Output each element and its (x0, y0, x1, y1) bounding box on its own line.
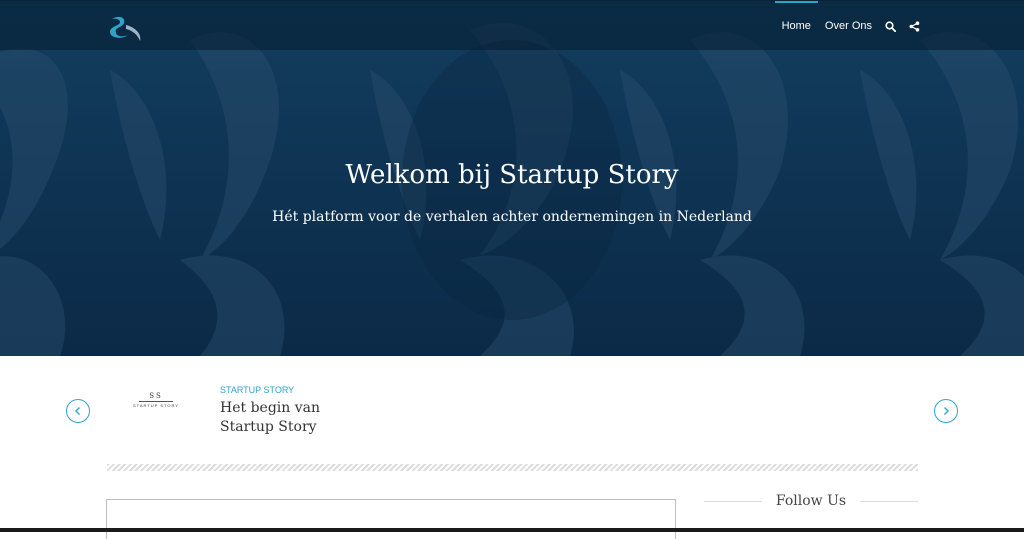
post-category[interactable]: STARTUP STORY (220, 385, 294, 395)
thumbnail-caption: STARTUP STORY (133, 403, 179, 408)
hero-title: Welkom bij Startup Story (345, 160, 679, 190)
chevron-left-icon (75, 407, 80, 415)
thumbnail-monogram: SS (149, 392, 163, 400)
follow-us-title: Follow Us (775, 493, 847, 509)
chevron-right-icon (944, 407, 949, 415)
carousel-prev-button[interactable] (66, 399, 90, 423)
nav-item-over-ons-label: Over Ons (824, 20, 872, 32)
section-divider (107, 464, 918, 471)
featured-posts-carousel: SS STARTUP STORY STARTUP STORY Het begin… (0, 356, 1024, 466)
main-content-box (106, 499, 676, 539)
nav-item-over-ons[interactable]: Over Ons (825, 1, 872, 51)
site-logo[interactable] (104, 13, 144, 45)
main-nav: Home Over Ons (768, 1, 920, 51)
search-icon[interactable] (884, 20, 896, 32)
thumbnail-divider (139, 401, 173, 402)
logo-swoosh-icon (110, 16, 141, 41)
nav-item-home-label: Home (781, 20, 811, 32)
nav-item-home[interactable]: Home (774, 1, 819, 51)
hero-banner: Home Over Ons Welkom bij Startup Story H… (0, 0, 1024, 356)
bottom-edge (0, 528, 1024, 532)
follow-divider-left (704, 500, 762, 502)
follow-us-widget-header: Follow Us (704, 490, 918, 512)
post-title[interactable]: Het begin van Startup Story (220, 399, 370, 437)
hero-subtitle: Hét platform voor de verhalen achter ond… (272, 209, 752, 225)
carousel-next-button[interactable] (934, 399, 958, 423)
share-icon[interactable] (908, 20, 920, 32)
follow-divider-right (860, 500, 918, 502)
post-thumbnail[interactable]: SS STARTUP STORY (131, 387, 181, 413)
top-navigation-bar: Home Over Ons (0, 0, 1024, 50)
